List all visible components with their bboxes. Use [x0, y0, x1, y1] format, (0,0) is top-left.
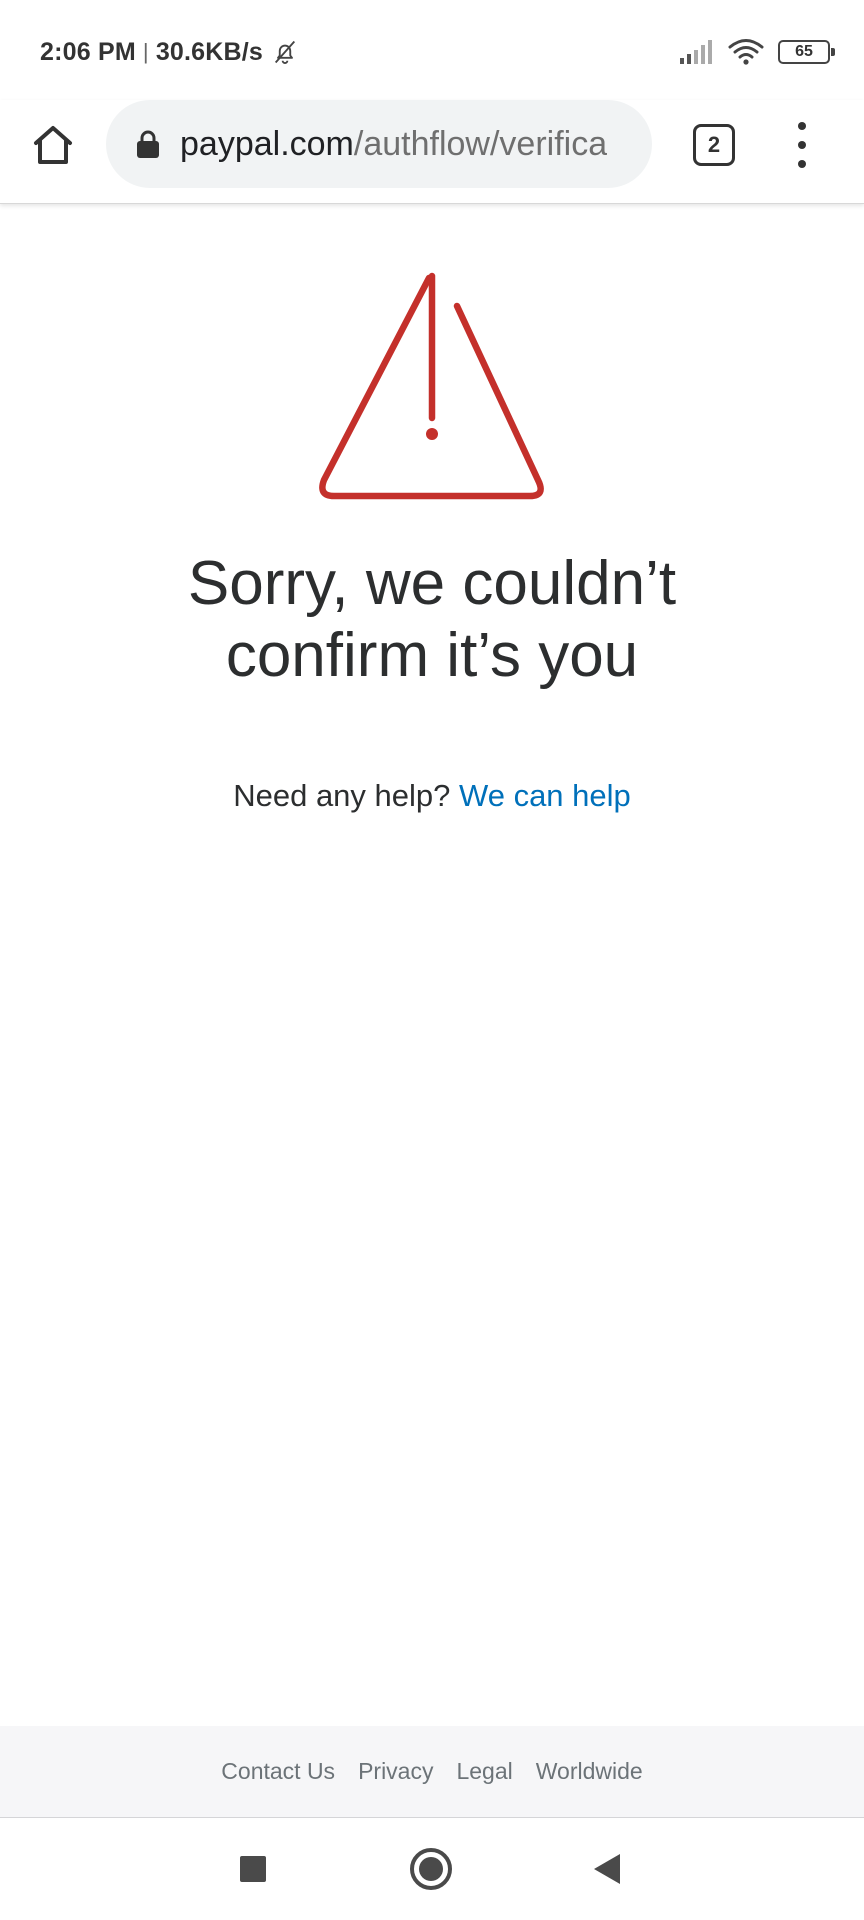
browser-toolbar: paypal.com/authflow/verifica 2 [0, 100, 864, 204]
status-time: 2:06 PM [40, 37, 136, 66]
wifi-icon [728, 39, 764, 65]
footer-link-privacy[interactable]: Privacy [358, 1758, 433, 1785]
battery-level: 65 [795, 43, 813, 60]
tabs-icon[interactable]: 2 [693, 124, 735, 166]
status-left: 2:06 PM | 30.6KB/s [40, 34, 299, 70]
page-title-line2: confirm it’s you [225, 621, 639, 690]
url-text: paypal.com/authflow/verifica [180, 125, 607, 164]
url-path: /authflow/verifica [353, 124, 608, 163]
footer-link-worldwide[interactable]: Worldwide [536, 1758, 643, 1785]
back-icon[interactable] [594, 1854, 620, 1884]
help-prompt: Need any help? [233, 778, 451, 813]
battery-icon: 65 [778, 40, 835, 64]
help-link[interactable]: We can help [459, 778, 631, 813]
status-bar: 2:06 PM | 30.6KB/s 65 [0, 0, 864, 100]
network-speed: 30.6KB/s [155, 37, 264, 66]
more-vert-icon[interactable] [780, 122, 824, 168]
url-domain: paypal.com [180, 124, 354, 163]
status-right: 65 [680, 36, 835, 68]
page-title-line1: Sorry, we couldn’t [187, 549, 677, 618]
page: 2:06 PM | 30.6KB/s 65 paypal.com/authflo… [0, 0, 864, 1920]
footer-link-legal[interactable]: Legal [456, 1758, 512, 1785]
nav-bar [0, 1818, 864, 1920]
footer: Contact Us Privacy Legal Worldwide [0, 1726, 864, 1818]
tab-count: 2 [707, 132, 721, 157]
status-separator: | [142, 39, 149, 64]
menu-dot [798, 141, 806, 149]
url-bar[interactable]: paypal.com/authflow/verifica [106, 100, 652, 188]
home-circle-icon[interactable] [410, 1848, 452, 1890]
footer-link-contact[interactable]: Contact Us [221, 1758, 335, 1785]
page-title: Sorry, we couldn’t confirm it’s you [0, 548, 864, 692]
menu-dot [798, 122, 806, 130]
help-line: Need any help? We can help [0, 778, 864, 814]
recent-apps-icon[interactable] [240, 1856, 266, 1882]
warning-triangle-icon [319, 272, 544, 500]
bell-off-icon [275, 40, 296, 64]
lock-icon [137, 130, 159, 158]
home-icon[interactable] [28, 120, 78, 170]
menu-dot [798, 160, 806, 168]
signal-icon [680, 40, 712, 64]
